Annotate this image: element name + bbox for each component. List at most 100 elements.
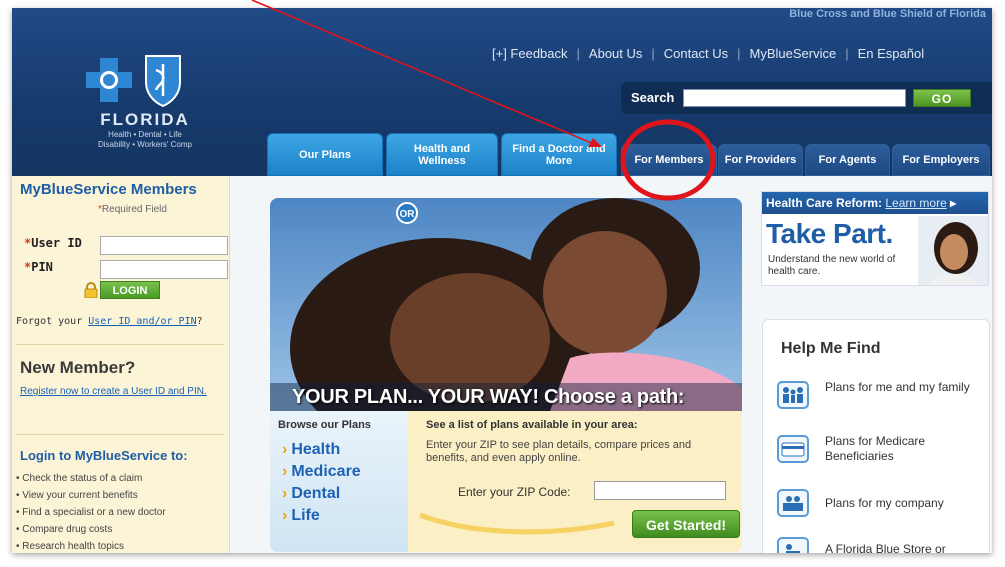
family-glyph — [783, 387, 803, 403]
help-item-blue-store[interactable]: A Florida Blue Store or — [777, 534, 987, 553]
forgot-id-pin-link[interactable]: User ID and/or PIN — [88, 316, 196, 327]
search-bar: Search GO — [621, 82, 992, 114]
logo-state-name: FLORIDA — [100, 110, 190, 129]
tab-find-a-doctor[interactable]: Find a Doctor and More — [501, 133, 617, 176]
medicare-plan-label: Medicare — [291, 463, 361, 480]
feedback-link[interactable]: [+] Feedback — [492, 46, 568, 61]
help-item-medicare-plans[interactable]: Plans for Medicare Beneficiaries — [777, 432, 987, 472]
health-care-reform-ad[interactable]: Health Care Reform: Learn more ▸ Take Pa… — [761, 191, 989, 286]
help-item-family-plans[interactable]: Plans for me and my family — [777, 378, 987, 418]
play-arrow-icon: ▸ — [950, 196, 957, 210]
help-item-text: Plans for me and my family — [825, 380, 970, 394]
help-item-company-plans[interactable]: Plans for my company — [777, 486, 987, 526]
forgot-credentials: Forgot your User ID and/or PIN? — [16, 316, 203, 327]
tab-for-employers[interactable]: For Employers — [892, 144, 990, 176]
nav-separator: | — [651, 46, 655, 61]
lock-icon — [84, 282, 98, 298]
tab-our-plans[interactable]: Our Plans — [267, 133, 383, 176]
browser-viewport: Blue Cross and Blue Shield of Florida FL… — [12, 8, 992, 553]
register-link[interactable]: Register now to create a User ID and PIN… — [20, 386, 220, 398]
benefits-list: • Check the status of a claim • View you… — [16, 470, 166, 553]
forgot-suffix: ? — [196, 316, 203, 327]
tab-for-agents[interactable]: For Agents — [805, 144, 890, 176]
tab-for-providers[interactable]: For Providers — [718, 144, 803, 176]
medicare-card-glyph — [781, 442, 805, 457]
forgot-prefix: Forgot your — [16, 316, 89, 327]
sidebar-divider — [16, 344, 224, 345]
help-me-find-title: Help Me Find — [781, 340, 881, 357]
learn-more-link[interactable]: Learn more — [885, 196, 946, 210]
nav-separator: | — [845, 46, 849, 61]
hcr-title: Health Care Reform: Learn more ▸ — [766, 196, 956, 210]
tab-for-members[interactable]: For Members — [621, 144, 717, 176]
sidebar-divider — [16, 434, 224, 435]
login-to-heading: Login to MyBlueService to: — [20, 448, 188, 463]
user-id-label-text: User ID — [31, 236, 82, 250]
hero-headline: YOUR PLAN... YOUR WAY! Choose a path: — [292, 386, 685, 408]
logo-tagline-1: Health • Dental • Life — [108, 130, 182, 139]
help-item-text: A Florida Blue Store or — [825, 542, 946, 553]
site-header: Blue Cross and Blue Shield of Florida FL… — [12, 8, 992, 176]
list-item: • Research health topics — [16, 541, 125, 552]
myblueservice-link[interactable]: MyBlueService — [750, 46, 837, 61]
company-glyph — [783, 496, 803, 511]
life-plan-link[interactable]: › Life — [282, 507, 320, 525]
medicare-card-icon — [777, 435, 809, 463]
sidebar-title: MyBlueService Members — [20, 181, 197, 198]
required-field-note: *Required Field — [98, 204, 167, 215]
contact-us-link[interactable]: Contact Us — [664, 46, 728, 61]
tab-health-wellness[interactable]: Health and Wellness — [386, 133, 498, 176]
chevron-right-icon: › — [282, 463, 288, 480]
dental-plan-label: Dental — [291, 485, 341, 502]
mother-child-photo — [270, 198, 742, 411]
zip-search-panel: See a list of plans available in your ar… — [408, 411, 742, 552]
utility-nav: [+] Feedback | About Us | Contact Us | M… — [492, 46, 924, 61]
login-button[interactable]: LOGIN — [100, 281, 160, 299]
health-plan-label: Health — [291, 441, 341, 458]
family-icon — [777, 381, 809, 409]
help-me-find-box: Help Me Find Plans for me and my family … — [762, 319, 990, 553]
user-id-label: *User ID — [24, 236, 82, 250]
chevron-right-icon: › — [282, 507, 288, 524]
zip-code-input[interactable] — [594, 481, 726, 500]
search-label: Search — [631, 90, 675, 105]
espanol-link[interactable]: En Español — [858, 46, 925, 61]
help-item-text: Plans for Medicare Beneficiaries — [825, 434, 926, 463]
nav-separator: | — [576, 46, 580, 61]
list-item: • Compare drug costs — [16, 524, 113, 535]
list-item: • Find a specialist or a new doctor — [16, 507, 166, 518]
health-plan-link[interactable]: › Health — [282, 441, 340, 459]
dental-plan-link[interactable]: › Dental — [282, 485, 340, 503]
logo-tagline-2: Disability • Workers' Comp — [98, 140, 192, 149]
take-part-heading: Take Part. — [766, 218, 893, 249]
browse-plans-title: Browse our Plans — [278, 419, 371, 431]
hcr-title-bar: Health Care Reform: Learn more ▸ — [762, 192, 988, 214]
medicare-plan-link[interactable]: › Medicare — [282, 463, 361, 481]
or-badge: OR — [396, 202, 418, 224]
brand-line: Blue Cross and Blue Shield of Florida — [789, 8, 986, 20]
life-plan-label: Life — [291, 507, 320, 524]
swoosh-arrow-icon — [419, 512, 615, 535]
get-started-button[interactable]: Get Started! — [632, 510, 740, 538]
woman-portrait-image — [918, 216, 988, 285]
nav-separator: | — [737, 46, 741, 61]
take-part-subtext: Understand the new world of health care. — [768, 254, 896, 277]
hero-banner: YOUR PLAN... YOUR WAY! Choose a path: Br… — [270, 198, 742, 552]
member-login-sidebar: MyBlueService Members *Required Field *U… — [12, 176, 230, 553]
about-us-link[interactable]: About Us — [589, 46, 642, 61]
zip-panel-description: Enter your ZIP to see plan details, comp… — [426, 439, 692, 464]
list-item: • Check the status of a claim — [16, 473, 143, 484]
pin-label: *PIN — [24, 260, 53, 274]
help-item-text: Plans for my company — [825, 496, 944, 510]
company-icon — [777, 489, 809, 517]
hcr-title-text: Health Care Reform: — [766, 196, 883, 210]
new-member-heading: New Member? — [20, 358, 136, 377]
chevron-right-icon: › — [282, 485, 288, 502]
pin-label-text: PIN — [31, 260, 53, 274]
list-item: • View your current benefits — [16, 490, 138, 501]
search-input[interactable] — [683, 89, 906, 107]
user-id-field[interactable] — [100, 236, 228, 255]
search-go-button[interactable]: GO — [913, 89, 971, 107]
pin-field[interactable] — [100, 260, 228, 279]
bcbs-logo-icon — [86, 55, 181, 108]
